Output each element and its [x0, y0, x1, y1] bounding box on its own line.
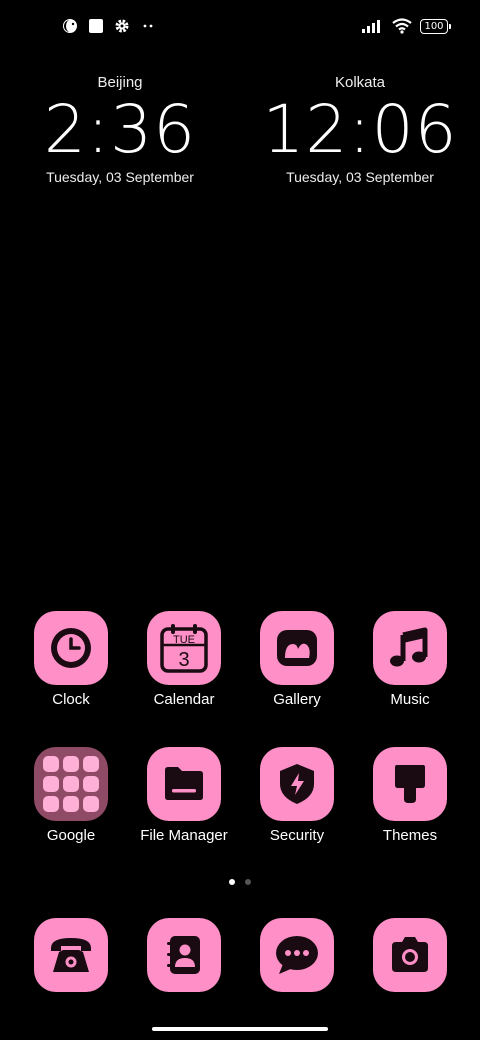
app-music[interactable]: Music — [354, 611, 466, 708]
music-icon — [373, 611, 447, 685]
home-indicator[interactable] — [152, 1027, 328, 1031]
chrome-mini-icon — [43, 796, 59, 812]
drive-mini-icon — [83, 776, 99, 792]
camera-icon — [373, 918, 447, 992]
calendar-day: TUE — [173, 634, 195, 646]
app-label: Music — [390, 691, 430, 708]
wifi-icon — [392, 18, 412, 34]
app-folder-google[interactable]: Google — [15, 747, 127, 844]
page-dot-2[interactable] — [245, 879, 251, 885]
messages-icon — [260, 918, 334, 992]
app-themes[interactable]: Themes — [354, 747, 466, 844]
signal-icon — [362, 20, 380, 33]
clock-icon — [34, 611, 108, 685]
meet-mini-icon — [63, 796, 79, 812]
clock-city: Kolkata — [334, 74, 386, 91]
app-label: Gallery — [273, 691, 321, 708]
folder-icon — [34, 747, 108, 821]
app-file-manager[interactable]: File Manager — [128, 747, 240, 844]
maps-mini-icon — [83, 756, 99, 772]
clock-city: Beijing — [97, 74, 143, 91]
shield-icon — [260, 747, 334, 821]
status-right: 100 — [362, 18, 451, 34]
dock-camera[interactable] — [354, 918, 466, 992]
clock-time: 12:06 — [262, 91, 458, 168]
clock-date: Tuesday, 03 September — [46, 169, 194, 185]
brush-icon — [373, 747, 447, 821]
app-label: Themes — [382, 827, 438, 844]
clock-date: Tuesday, 03 September — [286, 169, 434, 185]
page-indicator — [0, 879, 480, 885]
google-mini-icon — [43, 756, 59, 772]
youtube-mini-icon — [43, 776, 59, 792]
tv-mini-icon — [83, 796, 99, 812]
status-bar: 100 — [0, 0, 480, 56]
dock-messages[interactable] — [241, 918, 353, 992]
app-clock[interactable]: Clock — [15, 611, 127, 708]
calendar-icon: TUE 3 — [147, 611, 221, 685]
dock-phone[interactable] — [15, 918, 127, 992]
square-icon — [89, 19, 103, 33]
world-clock-kolkata[interactable]: Kolkata 12:06 Tuesday, 03 September — [260, 74, 460, 185]
clock-time: 2:36 — [43, 91, 197, 168]
page-dot-1[interactable] — [229, 879, 235, 885]
gallery-icon — [260, 611, 334, 685]
app-label: Clock — [52, 691, 90, 708]
gear-icon — [115, 19, 129, 33]
folder-file-icon — [147, 747, 221, 821]
moon-face-icon — [63, 19, 77, 33]
calendar-date: 3 — [178, 649, 189, 671]
dock-contacts[interactable] — [128, 918, 240, 992]
app-security[interactable]: Security — [241, 747, 353, 844]
app-label: File Manager — [140, 827, 228, 844]
app-calendar[interactable]: TUE 3 Calendar — [128, 611, 240, 708]
app-gallery[interactable]: Gallery — [241, 611, 353, 708]
status-left — [62, 18, 156, 34]
photos-mini-icon — [63, 776, 79, 792]
battery-icon: 100 — [420, 18, 451, 34]
app-label: Calendar — [153, 691, 215, 708]
app-label: Security — [269, 827, 325, 844]
world-clock-beijing[interactable]: Beijing 2:36 Tuesday, 03 September — [20, 74, 220, 185]
app-label: Google — [46, 827, 96, 844]
more-dots-icon — [143, 24, 153, 28]
gmail-mini-icon — [63, 756, 79, 772]
contacts-icon — [147, 918, 221, 992]
phone-icon — [34, 918, 108, 992]
